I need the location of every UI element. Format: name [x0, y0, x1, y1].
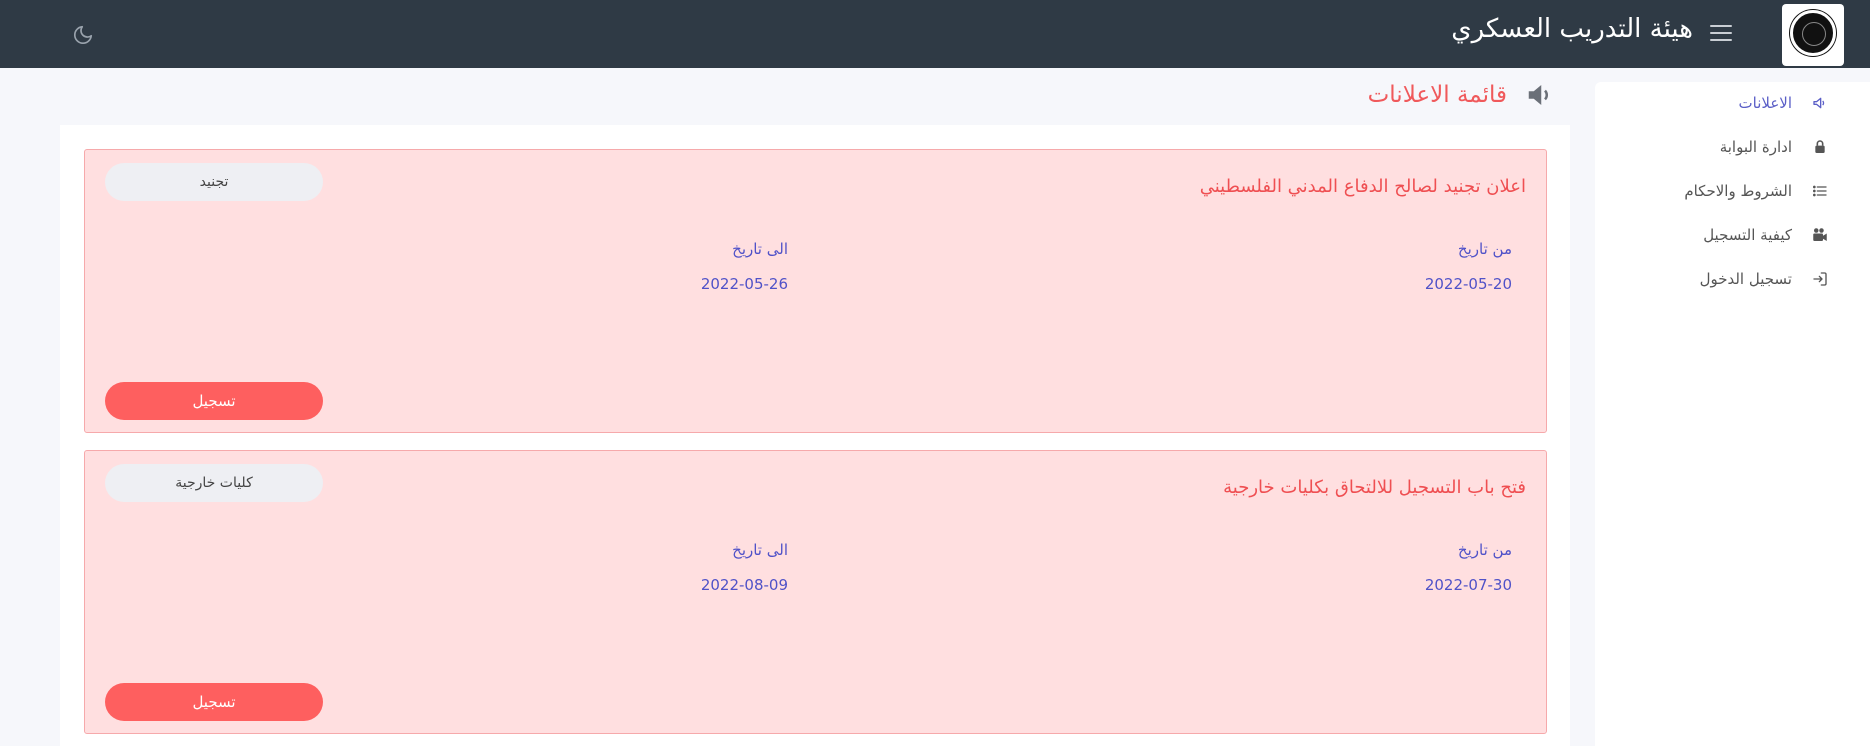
- sidebar-item-label: كيفية التسجيل: [1703, 226, 1792, 244]
- sign-in-icon: [1810, 269, 1830, 289]
- announcement-title: اعلان تجنيد لصالح الدفاع المدني الفلسطين…: [1199, 176, 1526, 197]
- to-date-label: الى تاريخ: [732, 541, 788, 559]
- hamburger-icon[interactable]: [1710, 25, 1732, 43]
- from-date-label: من تاريخ: [1457, 240, 1512, 258]
- from-date-value: 2022-05-20: [1424, 275, 1512, 293]
- category-tag[interactable]: كليات خارجية: [105, 464, 323, 502]
- megaphone-icon: [1810, 93, 1830, 113]
- megaphone-icon: [1525, 80, 1555, 110]
- sidebar-item-announcements[interactable]: الاعلانات: [1739, 90, 1831, 116]
- logo[interactable]: [1782, 4, 1844, 66]
- sidebar-item-portal-admin[interactable]: ادارة البوابة: [1720, 134, 1830, 160]
- to-date-label: الى تاريخ: [732, 240, 788, 258]
- sidebar: الاعلانات ادارة البوابة الشروط والاحكام …: [1595, 82, 1870, 746]
- register-button[interactable]: تسجيل: [105, 382, 323, 420]
- sidebar-item-login[interactable]: تسجيل الدخول: [1700, 266, 1830, 292]
- sidebar-item-terms[interactable]: الشروط والاحكام: [1684, 178, 1830, 204]
- top-navbar: هيئة التدريب العسكري: [0, 0, 1870, 68]
- from-date-value: 2022-07-30: [1424, 576, 1512, 594]
- category-tag[interactable]: تجنيد: [105, 163, 323, 201]
- to-date-value: 2022-08-09: [700, 576, 788, 594]
- from-date-label: من تاريخ: [1457, 541, 1512, 559]
- video-camera-icon: [1810, 225, 1830, 245]
- register-button[interactable]: تسجيل: [105, 683, 323, 721]
- announcement-card: اعلان تجنيد لصالح الدفاع المدني الفلسطين…: [84, 149, 1547, 433]
- list-icon: [1810, 181, 1830, 201]
- sidebar-item-label: الاعلانات: [1738, 94, 1793, 112]
- sidebar-item-label: الشروط والاحكام: [1684, 182, 1792, 200]
- sidebar-item-label: تسجيل الدخول: [1699, 270, 1792, 288]
- sidebar-item-label: ادارة البوابة: [1719, 138, 1792, 156]
- logo-emblem: [1790, 10, 1836, 56]
- page-header: قائمة الاعلانات: [1368, 78, 1555, 112]
- announcement-card: فتح باب التسجيل للالتحاق بكليات خارجية ك…: [84, 450, 1547, 734]
- sidebar-item-how-to-register[interactable]: كيفية التسجيل: [1703, 222, 1830, 248]
- to-date-value: 2022-05-26: [700, 275, 788, 293]
- announcement-title: فتح باب التسجيل للالتحاق بكليات خارجية: [1223, 477, 1526, 498]
- app-title: هيئة التدريب العسكري: [1451, 14, 1693, 44]
- moon-icon[interactable]: [72, 24, 94, 46]
- lock-icon: [1810, 137, 1830, 157]
- page-title: قائمة الاعلانات: [1367, 82, 1507, 108]
